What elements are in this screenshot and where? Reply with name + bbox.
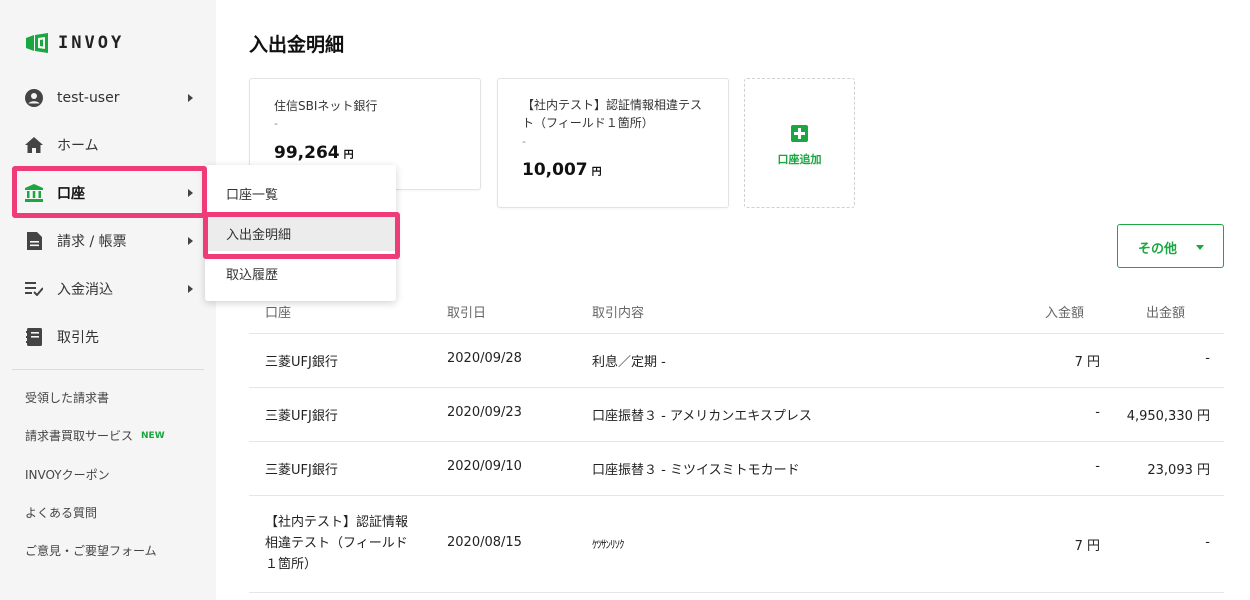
cell-deposit: - [1095, 459, 1100, 474]
sidebar-item-invoices[interactable]: 請求 / 帳票 [0, 221, 216, 261]
amount-unit: 円 [343, 150, 354, 161]
cell-withdrawal: - [1205, 535, 1210, 550]
link-label: 受領した請求書 [25, 391, 110, 405]
sidebar-item-home[interactable]: ホーム [0, 125, 216, 165]
cell-account: 【社内テスト】認証情報 相違テスト（フィールド １箇所） [265, 512, 408, 575]
row-divider [249, 387, 1224, 388]
sidebar-item-label: 取引先 [57, 330, 99, 346]
account-card-sub: - [522, 135, 526, 148]
document-icon [25, 232, 43, 250]
link-label: ご意見・ご要望フォーム [25, 544, 157, 558]
link-label: INVOYクーポン [25, 468, 110, 482]
sidebar: INVOY test-user ホーム 口座 請求 / 帳票 入金消込 取引先 … [0, 0, 216, 600]
cell-date: 2020/09/10 [447, 459, 522, 474]
sidebar-item-label: ホーム [57, 138, 99, 154]
amount-unit: 円 [591, 167, 602, 178]
amount-value: 99,264 [274, 143, 340, 163]
other-button-label: その他 [1138, 242, 1178, 257]
link-label: 請求書買取サービス [25, 429, 134, 443]
chevron-right-icon [188, 285, 193, 293]
link-label: よくある質問 [25, 506, 98, 520]
account-card-amount: 99,264 円 [274, 143, 354, 163]
link-faq[interactable]: よくある質問 [25, 504, 97, 521]
bank-icon [25, 184, 43, 202]
sidebar-item-accounts[interactable]: 口座 [0, 173, 216, 213]
cell-description: 口座振替３ - アメリカンエキスプレス [592, 409, 812, 424]
list-check-icon [25, 280, 43, 298]
cell-account: 三菱UFJ銀行 [265, 409, 338, 424]
cell-date: 2020/09/28 [447, 351, 522, 366]
sidebar-item-label: 口座 [57, 186, 85, 202]
cell-deposit: - [1095, 405, 1100, 420]
column-header-deposit: 入金額 [1045, 306, 1085, 321]
sidebar-item-label: 請求 / 帳票 [57, 234, 127, 250]
account-card-sub: - [274, 117, 278, 130]
cell-date: 2020/09/23 [447, 405, 522, 420]
accounts-submenu: 口座一覧 入出金明細 取込履歴 [205, 165, 396, 301]
submenu-item-import-history[interactable]: 取込履歴 [205, 255, 396, 291]
column-header-description: 取引内容 [592, 306, 645, 321]
account-line: 【社内テスト】認証情報 [265, 515, 409, 530]
invoy-logo-icon [26, 33, 48, 53]
link-received-invoices[interactable]: 受領した請求書 [25, 389, 109, 406]
user-name: test-user [57, 90, 120, 106]
row-divider [249, 495, 1224, 496]
account-line: 相違テスト（フィールド [265, 536, 408, 551]
account-card[interactable]: 【社内テスト】認証情報相違テス ト（フィールド１箇所） - 10,007 円 [497, 78, 729, 208]
app-name: INVOY [58, 33, 125, 53]
cell-description: 口座振替３ - ミツイスミトモカード [592, 463, 800, 478]
row-divider [249, 333, 1224, 334]
cell-description: 利息／定期 - [592, 355, 666, 370]
account-card-bank: 住信SBIネット銀行 [274, 99, 378, 113]
cell-date: 2020/08/15 [447, 535, 522, 550]
link-feedback-form[interactable]: ご意見・ご要望フォーム [25, 542, 157, 559]
column-header-withdrawal: 出金額 [1146, 306, 1186, 321]
cell-withdrawal: 4,950,330 円 [1126, 409, 1210, 424]
account-card-bank: 【社内テスト】認証情報相違テス ト（フィールド１箇所） [522, 96, 702, 132]
chevron-right-icon [188, 189, 193, 197]
add-account-label: 口座追加 [777, 153, 822, 166]
account-line: １箇所） [265, 557, 318, 572]
other-menu-button[interactable]: その他 [1117, 224, 1224, 268]
sidebar-divider [12, 369, 204, 370]
home-icon [25, 136, 43, 154]
sidebar-user-menu[interactable]: test-user [0, 78, 216, 118]
bank-name-line: ト（フィールド１箇所） [522, 116, 654, 130]
new-badge: NEW [141, 430, 165, 441]
row-divider [249, 441, 1224, 442]
sidebar-item-clients[interactable]: 取引先 [0, 317, 216, 357]
cell-withdrawal: 23,093 円 [1147, 463, 1210, 478]
row-divider [249, 592, 1224, 593]
submenu-item-transactions[interactable]: 入出金明細 [205, 215, 396, 251]
add-account-button[interactable]: 口座追加 [744, 78, 855, 208]
page-title: 入出金明細 [249, 34, 345, 56]
plus-icon [791, 125, 808, 142]
cell-description: ｹﾂｻﾝﾘｿｸ [592, 538, 624, 551]
cell-deposit: 7 円 [1074, 539, 1100, 554]
account-card-amount: 10,007 円 [522, 160, 602, 180]
column-header-date: 取引日 [447, 306, 487, 321]
link-coupon[interactable]: INVOYクーポン [25, 466, 110, 483]
link-invoice-factoring[interactable]: 請求書買取サービス NEW [25, 427, 165, 444]
sidebar-item-reconciliation[interactable]: 入金消込 [0, 269, 216, 309]
app-logo[interactable]: INVOY [26, 33, 124, 53]
chevron-right-icon [188, 237, 193, 245]
user-circle-icon [25, 89, 43, 107]
cell-account: 三菱UFJ銀行 [265, 463, 338, 478]
cell-withdrawal: - [1205, 351, 1210, 366]
amount-value: 10,007 [522, 160, 588, 180]
sidebar-item-label: 入金消込 [57, 282, 113, 298]
contact-book-icon [25, 328, 43, 346]
column-header-account: 口座 [265, 306, 292, 321]
chevron-right-icon [188, 94, 193, 102]
caret-down-icon [1196, 245, 1204, 250]
cell-deposit: 7 円 [1074, 355, 1100, 370]
submenu-item-account-list[interactable]: 口座一覧 [205, 175, 396, 211]
bank-name-line: 【社内テスト】認証情報相違テス [522, 98, 703, 112]
cell-account: 三菱UFJ銀行 [265, 355, 338, 370]
